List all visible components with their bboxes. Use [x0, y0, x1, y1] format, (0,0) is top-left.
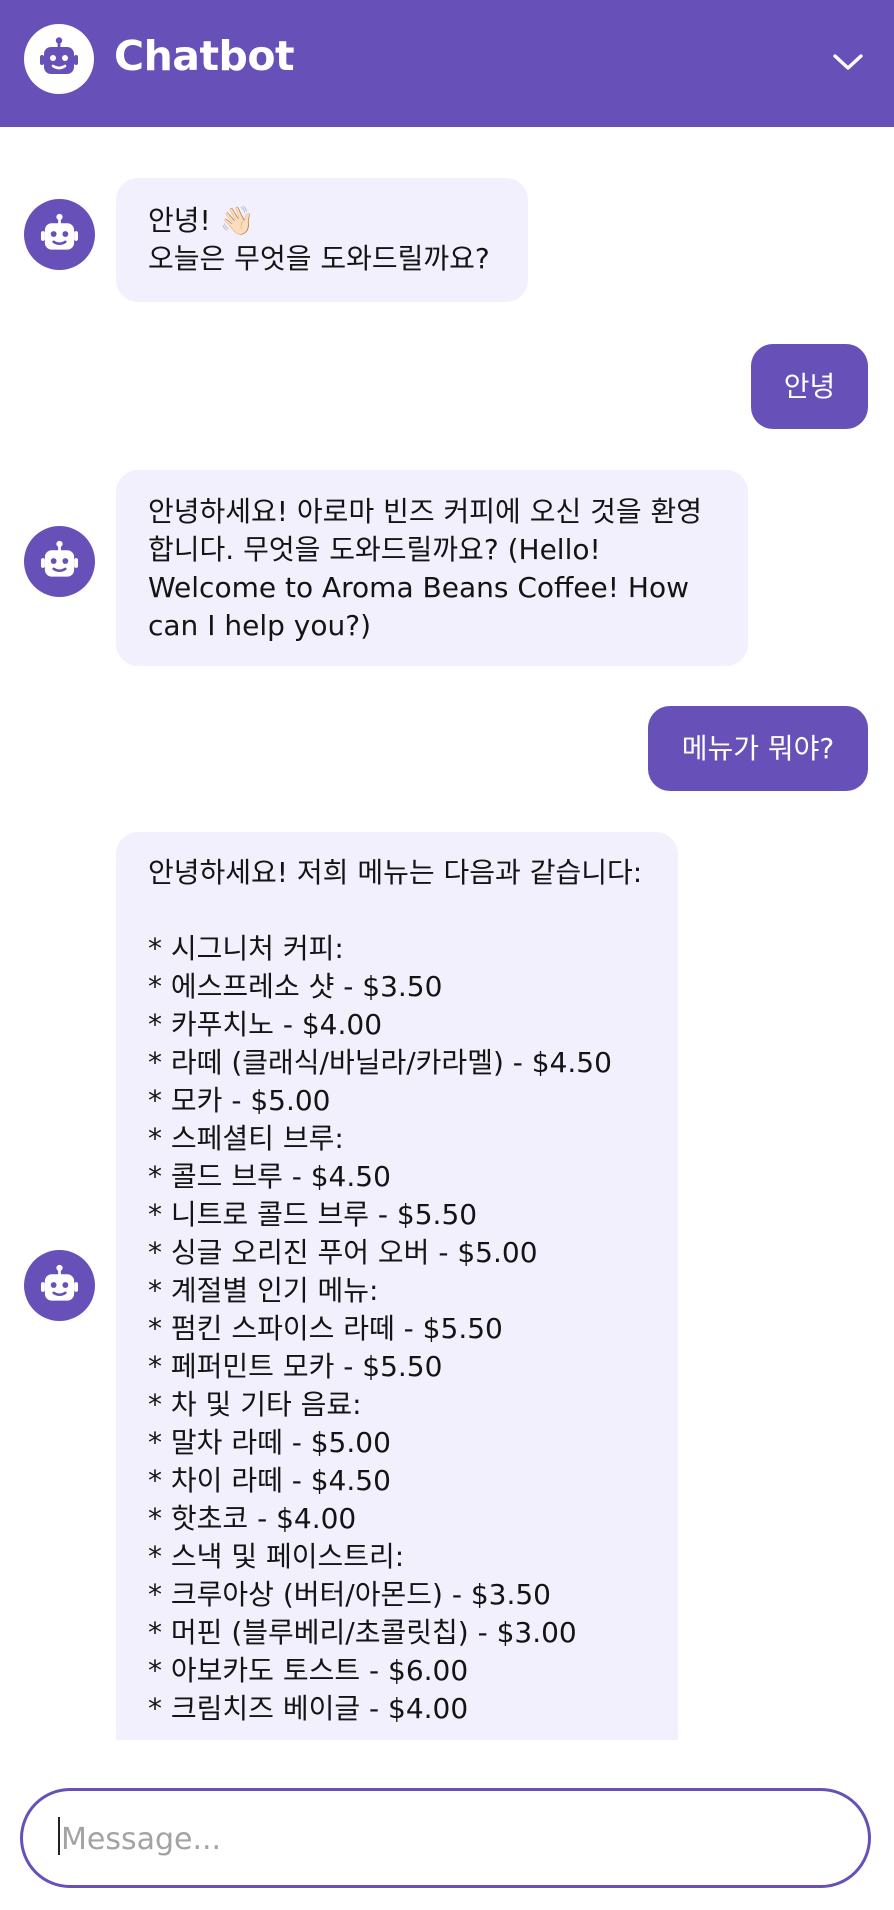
robot-icon [40, 37, 78, 74]
chatbot-app: Chatbot 안녕! 👋🏻 오늘은 무엇을 도와드릴까요? 안녕 안녕하세요!… [0, 0, 894, 1910]
bot-message: 안녕하세요! 저희 메뉴는 다음과 같습니다: * 시그니처 커피: * 에스프… [116, 832, 678, 1740]
robot-icon [40, 1264, 79, 1301]
chat-title: Chatbot [114, 32, 295, 80]
message-input[interactable] [59, 1813, 843, 1865]
chat-header: Chatbot [0, 0, 894, 127]
chevron-down-icon [833, 54, 863, 70]
bot-message: 안녕! 👋🏻 오늘은 무엇을 도와드릴까요? [116, 178, 528, 302]
user-message: 안녕 [751, 344, 868, 429]
chatbot-avatar [24, 24, 94, 94]
bot-avatar [24, 526, 95, 597]
message-list[interactable]: 안녕! 👋🏻 오늘은 무엇을 도와드릴까요? 안녕 안녕하세요! 아로마 빈즈 … [0, 127, 894, 1741]
robot-icon [40, 213, 79, 250]
bot-avatar [24, 199, 95, 270]
text-caret [58, 1817, 60, 1855]
user-message: 메뉴가 뭐야? [648, 706, 868, 791]
bot-avatar [24, 1250, 95, 1321]
robot-icon [40, 540, 79, 577]
collapse-chat-button[interactable] [828, 46, 868, 80]
message-composer [20, 1788, 871, 1888]
bot-message: 안녕하세요! 아로마 빈즈 커피에 오신 것을 환영 합니다. 무엇을 도와드릴… [116, 470, 748, 666]
